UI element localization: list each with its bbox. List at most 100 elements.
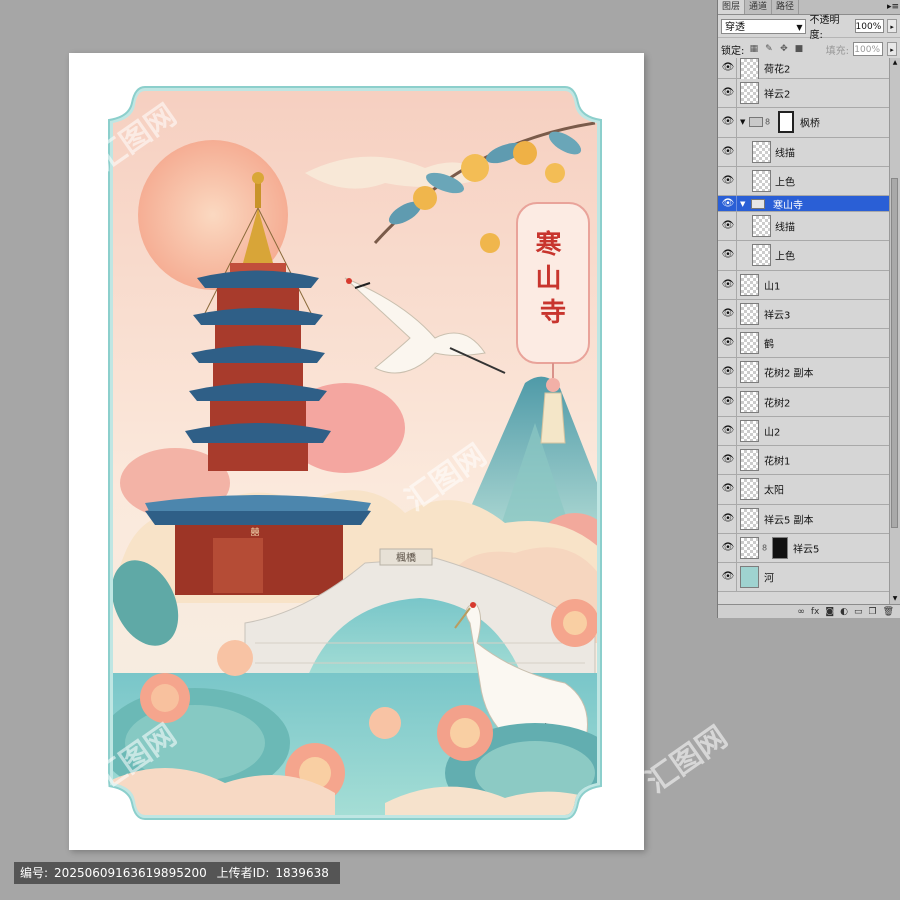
uploader-value: 1839638 bbox=[275, 866, 329, 880]
opacity-slider-toggle-icon[interactable]: ▸ bbox=[887, 19, 897, 33]
layer-row[interactable]: 👁 上色 bbox=[718, 241, 890, 271]
fill-label: 填充: bbox=[825, 45, 849, 57]
tab-layers[interactable]: 图层 bbox=[718, 0, 746, 14]
layer-thumbnail bbox=[740, 390, 759, 413]
layer-name: 祥云3 bbox=[764, 310, 791, 322]
opacity-label: 不透明度: bbox=[809, 15, 840, 41]
lock-transparency-icon[interactable]: ▦ bbox=[748, 44, 759, 55]
layer-row[interactable]: 👁 鹤 bbox=[718, 329, 890, 359]
layer-thumbnail bbox=[740, 332, 759, 354]
layer-name: 上色 bbox=[775, 177, 795, 189]
link-icon: 8 bbox=[762, 543, 768, 553]
layers-scrollbar[interactable]: ▲ ▼ bbox=[889, 58, 900, 604]
eye-icon[interactable]: 👁 bbox=[721, 307, 735, 321]
layer-name: 祥云5 副本 bbox=[764, 515, 814, 527]
fill-slider-toggle-icon[interactable]: ▸ bbox=[887, 42, 897, 56]
layer-name: 河 bbox=[764, 573, 774, 585]
eye-icon[interactable]: 👁 bbox=[721, 61, 735, 75]
tab-paths[interactable]: 路径 bbox=[772, 0, 800, 14]
link-layers-icon[interactable]: ∞ bbox=[797, 606, 805, 618]
expand-arrow-icon[interactable]: ▼ bbox=[740, 118, 745, 126]
layers-panel: 图层 通道 路径 ▸≡ 穿透 ▼ 不透明度: 100% ▸ 锁定: ▦ ✎ ✥ ■… bbox=[717, 0, 900, 618]
lock-all-icon[interactable]: ■ bbox=[793, 44, 804, 55]
delete-layer-icon[interactable]: 🗑 bbox=[883, 606, 894, 618]
blend-mode-select[interactable]: 穿透 ▼ bbox=[721, 18, 807, 34]
eye-icon[interactable]: 👁 bbox=[721, 145, 735, 159]
layer-row[interactable]: 👁 祥云5 副本 bbox=[718, 504, 890, 534]
document-canvas[interactable]: 囍 楓橋 寒 山 寺 汇图网 汇图网 汇图网 bbox=[69, 53, 644, 850]
svg-text:寒 山 寺: 寒 山 寺 bbox=[535, 229, 570, 328]
lock-brush-icon[interactable]: ✎ bbox=[763, 44, 774, 55]
eye-icon[interactable]: 👁 bbox=[721, 115, 735, 129]
new-group-icon[interactable]: ▭ bbox=[854, 606, 863, 618]
layer-name: 上色 bbox=[775, 251, 795, 263]
folder-icon bbox=[751, 198, 765, 209]
layer-row[interactable]: 👁 太阳 bbox=[718, 475, 890, 505]
layer-name: 寒山寺 bbox=[773, 200, 803, 211]
eye-icon[interactable]: 👁 bbox=[721, 512, 735, 526]
eye-icon[interactable]: 👁 bbox=[721, 174, 735, 188]
eye-icon[interactable]: 👁 bbox=[721, 248, 735, 262]
eye-icon[interactable]: 👁 bbox=[721, 424, 735, 438]
layer-row[interactable]: 👁 上色 bbox=[718, 166, 890, 196]
layer-row[interactable]: 👁 花树2 副本 bbox=[718, 358, 890, 388]
new-layer-icon[interactable]: ❐ bbox=[868, 606, 876, 618]
eye-icon[interactable]: 👁 bbox=[721, 570, 735, 584]
layer-name: 花树2 bbox=[764, 398, 791, 410]
layer-row[interactable]: 👁 祥云2 bbox=[718, 79, 890, 109]
scroll-up-icon[interactable]: ▲ bbox=[890, 58, 900, 68]
layer-thumbnail bbox=[740, 536, 759, 559]
scroll-down-icon[interactable]: ▼ bbox=[890, 594, 900, 604]
expand-arrow-icon[interactable]: ▼ bbox=[740, 200, 745, 208]
layer-group-row-selected[interactable]: 👁 ▼ 寒山寺 bbox=[718, 196, 890, 212]
layer-thumbnail bbox=[740, 302, 759, 325]
illustration-artwork: 囍 楓橋 寒 山 寺 bbox=[108, 86, 602, 820]
layer-thumbnail bbox=[740, 419, 759, 442]
panel-menu-icon[interactable]: ▸≡ bbox=[886, 0, 900, 14]
eye-icon[interactable]: 👁 bbox=[721, 219, 735, 233]
watermark: 汇图网 bbox=[640, 719, 734, 801]
eye-icon[interactable]: 👁 bbox=[721, 365, 735, 379]
opacity-field[interactable]: 100% bbox=[854, 19, 885, 33]
eye-icon[interactable]: 👁 bbox=[721, 541, 735, 555]
fill-field[interactable]: 100% bbox=[853, 42, 883, 56]
layer-thumbnail bbox=[740, 82, 759, 104]
plaque-char-2: 山 bbox=[535, 264, 561, 294]
layer-thumbnail bbox=[740, 566, 759, 588]
layer-name: 花树1 bbox=[764, 456, 791, 468]
eye-icon[interactable]: 👁 bbox=[721, 197, 735, 211]
layer-row[interactable]: 👁 河 bbox=[718, 563, 890, 593]
eye-icon[interactable]: 👁 bbox=[721, 336, 735, 350]
layer-row[interactable]: 👁 8 祥云5 bbox=[718, 533, 890, 563]
layer-row[interactable]: 👁 荷花2 bbox=[718, 58, 890, 80]
layer-style-icon[interactable]: fx bbox=[811, 606, 820, 618]
layer-row[interactable]: 👁 线描 bbox=[718, 212, 890, 242]
layer-row[interactable]: 👁 祥云3 bbox=[718, 299, 890, 329]
scroll-thumb[interactable] bbox=[891, 178, 898, 528]
eye-icon[interactable]: 👁 bbox=[721, 86, 735, 100]
layer-thumbnail bbox=[740, 58, 759, 80]
layer-row[interactable]: 👁 山2 bbox=[718, 416, 890, 446]
layer-thumbnail bbox=[752, 140, 771, 163]
tab-channels[interactable]: 通道 bbox=[745, 0, 773, 14]
eye-icon[interactable]: 👁 bbox=[721, 482, 735, 496]
layer-group-row[interactable]: 👁 ▼ 8 枫桥 bbox=[718, 108, 890, 138]
layer-row[interactable]: 👁 线描 bbox=[718, 137, 890, 167]
layer-name: 祥云5 bbox=[793, 544, 820, 556]
layer-row[interactable]: 👁 山1 bbox=[718, 270, 890, 300]
layer-mask-thumbnail[interactable] bbox=[772, 536, 788, 559]
layer-name: 太阳 bbox=[764, 485, 784, 497]
eye-icon[interactable]: 👁 bbox=[721, 395, 735, 409]
layer-thumbnail bbox=[740, 507, 759, 530]
eye-icon[interactable]: 👁 bbox=[721, 278, 735, 292]
group-mask-thumbnail[interactable] bbox=[778, 111, 794, 134]
layer-row[interactable]: 👁 花树1 bbox=[718, 446, 890, 476]
layer-name: 枫桥 bbox=[800, 118, 820, 130]
lock-move-icon[interactable]: ✥ bbox=[778, 44, 789, 55]
plaque-char-1: 寒 bbox=[535, 229, 561, 260]
adjustment-layer-icon[interactable]: ◐ bbox=[840, 606, 848, 618]
layer-thumbnail bbox=[752, 215, 771, 237]
eye-icon[interactable]: 👁 bbox=[721, 453, 735, 467]
add-mask-icon[interactable]: ◙ bbox=[825, 606, 834, 618]
layer-row[interactable]: 👁 花树2 bbox=[718, 387, 890, 417]
